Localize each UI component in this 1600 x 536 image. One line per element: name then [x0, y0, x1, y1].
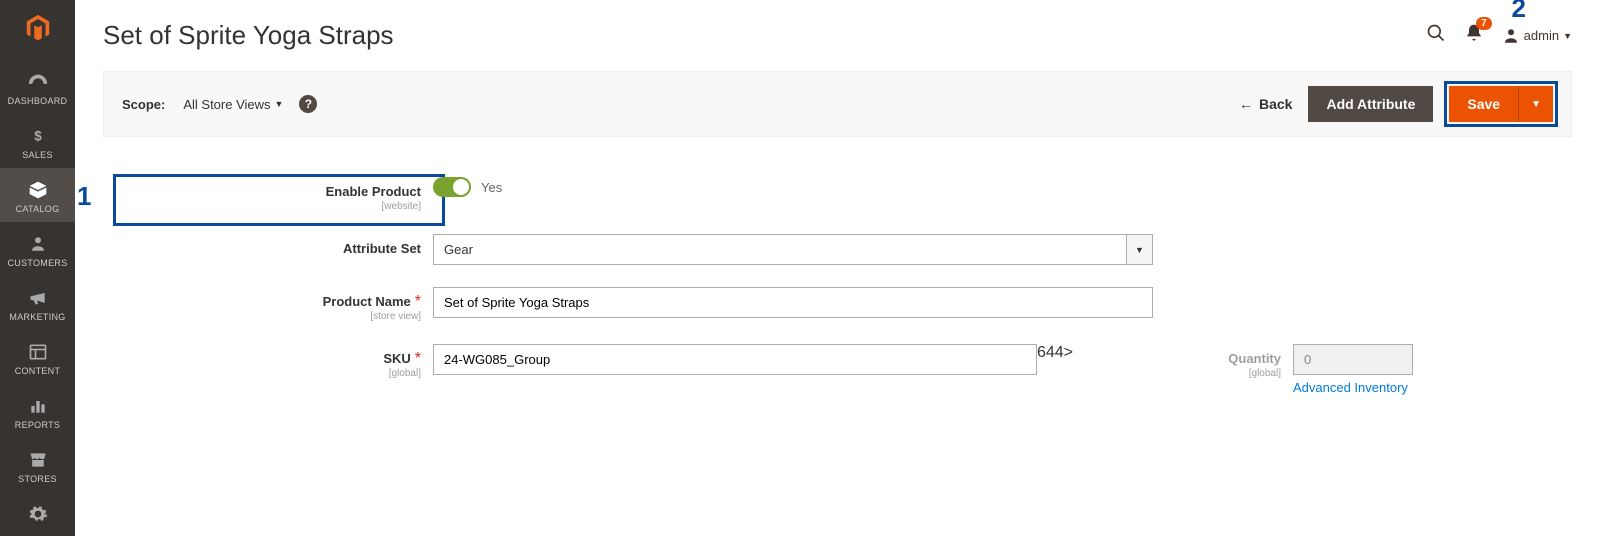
nav-customers-label: CUSTOMERS: [0, 258, 75, 268]
user-icon: [1502, 27, 1520, 45]
attribute-set-select[interactable]: Gear ▼: [433, 234, 1153, 265]
scope-help-tooltip[interactable]: ?: [299, 95, 317, 113]
enable-product-sublabel: [website]: [213, 201, 421, 212]
product-name-label: Product Name: [323, 294, 411, 309]
back-button[interactable]: ← Back: [1239, 96, 1292, 112]
admin-user-menu[interactable]: admin ▼: [1502, 27, 1572, 45]
caret-down-icon: ▼: [1531, 99, 1541, 110]
required-marker: *: [415, 293, 421, 310]
attribute-set-value: Gear: [433, 234, 1127, 265]
nav-stores-label: STORES: [0, 474, 75, 484]
arrow-left-icon: ←: [1239, 96, 1253, 112]
page-header: Set of Sprite Yoga Straps 2 7 admin ▼: [75, 0, 1600, 51]
advanced-inventory-link[interactable]: Advanced Inventory: [1293, 380, 1408, 395]
page-title: Set of Sprite Yoga Straps: [103, 20, 394, 51]
nav-content-label: CONTENT: [0, 366, 75, 376]
caret-down-icon: ▼: [1563, 31, 1572, 41]
search-icon: [1426, 23, 1446, 43]
chevron-down-icon: ▼: [1127, 234, 1153, 265]
scope-label: Scope:: [122, 97, 165, 112]
enable-product-label: Enable Product: [326, 184, 421, 199]
nav-content[interactable]: CONTENT: [0, 330, 75, 384]
product-name-sublabel: [store view]: [213, 311, 421, 322]
sku-label: SKU: [383, 351, 410, 366]
magento-logo-icon: [23, 13, 53, 43]
save-dropdown-toggle[interactable]: ▼: [1518, 86, 1553, 122]
sku-input[interactable]: [433, 344, 1037, 375]
nav-system[interactable]: [0, 492, 75, 536]
notification-badge: 7: [1476, 17, 1492, 30]
toolbar-actions: ← Back Add Attribute Save ▼: [1239, 86, 1553, 122]
nav-sales[interactable]: $ SALES: [0, 114, 75, 168]
nav-catalog-label: CATALOG: [0, 204, 75, 214]
layout-icon: [26, 340, 50, 364]
megaphone-icon: [26, 286, 50, 310]
gear-icon: [26, 502, 50, 526]
admin-user-name: admin: [1524, 28, 1559, 43]
nav-stores[interactable]: STORES: [0, 438, 75, 492]
scope-selector[interactable]: All Store Views ▼: [183, 97, 283, 112]
nav-customers[interactable]: CUSTOMERS: [0, 222, 75, 276]
person-icon: [26, 232, 50, 256]
toggle-knob: [453, 179, 469, 195]
back-label: Back: [1259, 96, 1292, 112]
quantity-label: Quantity: [1228, 351, 1281, 366]
attribute-set-label: Attribute Set: [343, 241, 421, 256]
nav-marketing[interactable]: MARKETING: [0, 276, 75, 330]
nav-reports[interactable]: REPORTS: [0, 384, 75, 438]
sku-sublabel: [global]: [213, 368, 421, 379]
quantity-sublabel: [global]: [1073, 368, 1281, 379]
bars-icon: [26, 394, 50, 418]
nav-reports-label: REPORTS: [0, 420, 75, 430]
nav-dashboard-label: DASHBOARD: [0, 96, 75, 106]
nav-dashboard[interactable]: DASHBOARD: [0, 60, 75, 114]
annotation-2: 2: [1512, 0, 1526, 24]
nav-marketing-label: MARKETING: [0, 312, 75, 322]
enable-product-toggle[interactable]: [433, 177, 471, 197]
svg-text:$: $: [34, 129, 42, 144]
dollar-icon: $: [26, 124, 50, 148]
product-name-input[interactable]: [433, 287, 1153, 318]
save-button[interactable]: Save: [1449, 86, 1518, 122]
add-attribute-button[interactable]: Add Attribute: [1308, 86, 1433, 122]
form-content: 1 Enable Product [website] Yes: [75, 137, 1600, 465]
toolbar: Scope: All Store Views ▼ ? ← Back Add At…: [103, 71, 1572, 137]
header-tools: 2 7 admin ▼: [1426, 23, 1572, 48]
caret-down-icon: ▼: [275, 99, 284, 109]
nav-catalog[interactable]: CATALOG: [0, 168, 75, 222]
box-icon: [26, 178, 50, 202]
annotation-1: 1: [77, 181, 91, 212]
gauge-icon: [26, 70, 50, 94]
search-button[interactable]: [1426, 23, 1446, 48]
quantity-input: [1293, 344, 1413, 375]
magento-logo[interactable]: [18, 8, 58, 48]
main-content: Set of Sprite Yoga Straps 2 7 admin ▼ S: [75, 0, 1600, 536]
store-icon: [26, 448, 50, 472]
enable-product-value-text: Yes: [481, 180, 502, 195]
admin-sidebar: DASHBOARD $ SALES CATALOG CUSTOMERS MARK…: [0, 0, 75, 536]
save-button-group: Save ▼: [1449, 86, 1553, 122]
scope-value: All Store Views: [183, 97, 270, 112]
nav-sales-label: SALES: [0, 150, 75, 160]
required-marker: *: [415, 350, 421, 367]
notifications-button[interactable]: 7: [1464, 23, 1484, 48]
